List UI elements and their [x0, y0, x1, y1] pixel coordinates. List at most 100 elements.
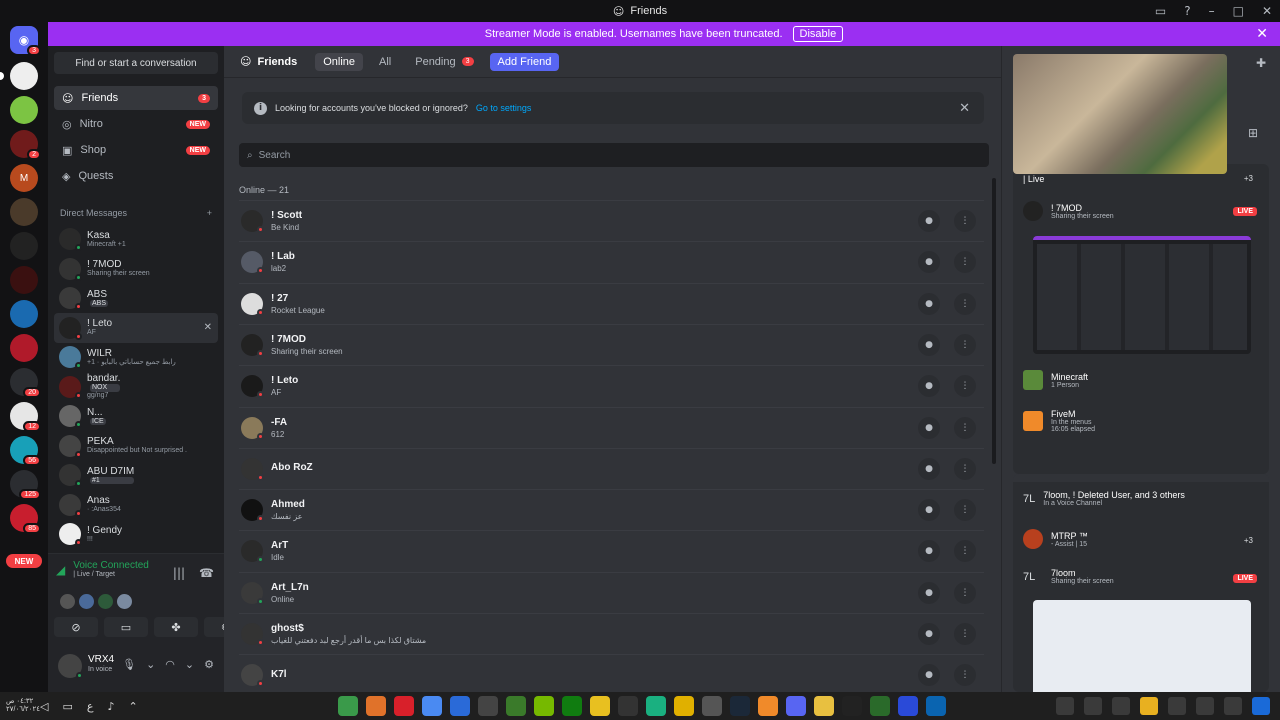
chevron-up-icon[interactable]: ⌃: [128, 700, 137, 713]
app-icon[interactable]: [898, 696, 918, 716]
game-row-minecraft[interactable]: Minecraft 1 Person: [1023, 370, 1088, 390]
dm-item[interactable]: ! Gendy!!!: [54, 519, 218, 549]
message-icon[interactable]: ●: [918, 292, 940, 315]
app-icon[interactable]: [814, 696, 834, 716]
server-icon[interactable]: 85: [10, 504, 41, 534]
stream2-row[interactable]: 7L 7loom Sharing their screen: [1023, 568, 1114, 585]
friend-row[interactable]: ghost$ مشتاق لكذا بس ما أقدر أرجع لبد دفع…: [239, 613, 984, 654]
friend-row[interactable]: ! Lab lab2 ● ⋮: [239, 241, 984, 282]
app-icon[interactable]: [590, 696, 610, 716]
dm-item[interactable]: Anas · :Anas354: [54, 490, 218, 520]
more-icon[interactable]: ⋮: [954, 292, 976, 315]
friend-row[interactable]: K7l ● ⋮: [239, 654, 984, 695]
new-group-dm-icon[interactable]: ✚: [1256, 56, 1266, 70]
microphone-icon[interactable]: ♪: [107, 700, 114, 713]
close-icon[interactable]: ✕: [959, 101, 970, 116]
tab-online[interactable]: Online: [315, 52, 363, 71]
game-row-fivem[interactable]: FiveM In the menus 16:05 elapsed: [1023, 409, 1095, 433]
friend-row[interactable]: ! Leto AF ● ⋮: [239, 365, 984, 406]
more-icon[interactable]: ⋮: [954, 210, 976, 232]
activity-card-1[interactable]: | Live +3 ! 7MOD Sharing their screen LI…: [1013, 164, 1269, 474]
add-friend-button[interactable]: Add Friend: [489, 52, 560, 71]
microphone-icon[interactable]: 🎙: [122, 658, 136, 671]
folder-icon[interactable]: [1140, 697, 1158, 715]
more-icon[interactable]: ⋮: [954, 664, 976, 687]
voice-channel-label[interactable]: | Live / Target: [73, 571, 149, 578]
nav-quests[interactable]: ◈ Quests: [54, 164, 218, 188]
friend-row[interactable]: Abo RoZ ● ⋮: [239, 447, 984, 489]
friend-row[interactable]: Ahmed عز نفسك ● ⋮: [239, 489, 984, 530]
app-icon[interactable]: [534, 696, 554, 716]
new-servers-badge[interactable]: NEW: [6, 554, 42, 568]
app-icon[interactable]: [450, 696, 470, 716]
start-icon[interactable]: [1252, 697, 1270, 715]
tab-all[interactable]: All: [371, 53, 399, 71]
tab-pending[interactable]: Pending 3: [407, 53, 481, 71]
close-dm-icon[interactable]: ✕: [204, 322, 212, 333]
more-icon[interactable]: ⋮: [954, 375, 976, 398]
disconnect-icon[interactable]: ☎: [199, 566, 214, 580]
app-icon[interactable]: [870, 696, 890, 716]
more-icon[interactable]: ⋮: [954, 581, 976, 604]
app-icon[interactable]: [478, 696, 498, 716]
app-icon[interactable]: [422, 696, 442, 716]
app-icon[interactable]: [394, 696, 414, 716]
avatar[interactable]: [79, 594, 94, 609]
message-icon[interactable]: ●: [918, 540, 940, 563]
app-icon[interactable]: [758, 696, 778, 716]
minimize-icon[interactable]: –: [1209, 4, 1215, 18]
server-icon[interactable]: 12: [10, 402, 41, 432]
dm-item[interactable]: ABU D7IM #1: [54, 460, 218, 490]
app-icon[interactable]: [506, 696, 526, 716]
close-banner-icon[interactable]: ✕: [1256, 26, 1268, 42]
server-icon[interactable]: [10, 232, 38, 260]
dm-item[interactable]: bandar. NOX gg/ng7: [54, 372, 218, 402]
app-icon[interactable]: [646, 696, 666, 716]
inbox-icon[interactable]: ▭: [1155, 4, 1166, 18]
more-icon[interactable]: ⋮: [954, 457, 976, 480]
server-icon[interactable]: [10, 266, 38, 294]
server-icon[interactable]: [10, 334, 38, 362]
dm-item[interactable]: PEKA Disappointed but Not surprised .: [54, 431, 218, 461]
dm-item[interactable]: ! 7MOD Sharing their screen: [54, 254, 218, 284]
create-dm-button[interactable]: +: [207, 208, 212, 218]
go-to-settings-link[interactable]: Go to settings: [476, 103, 532, 113]
gear-icon[interactable]: ⚙: [204, 658, 214, 671]
friend-row[interactable]: ! Scott Be Kind ● ⋮: [239, 200, 984, 241]
server-icon[interactable]: 125: [10, 470, 41, 500]
avatar[interactable]: [117, 594, 132, 609]
nav-nitro[interactable]: ◎ Nitro NEW: [54, 112, 218, 136]
more-icon[interactable]: ⋮: [954, 251, 976, 274]
dm-item[interactable]: WILR +1 · رابط جميع حساباتي بالبايو: [54, 342, 218, 372]
dm-item[interactable]: Kasa Minecraft +1: [54, 224, 218, 254]
app-icon[interactable]: [730, 696, 750, 716]
server-row[interactable]: MTRP ™ - Assist | 15: [1023, 529, 1088, 549]
server-icon[interactable]: 2: [10, 130, 41, 160]
headphones-icon[interactable]: ◠: [165, 658, 175, 671]
server-icon[interactable]: M: [10, 164, 38, 192]
server-icon[interactable]: [10, 96, 38, 124]
dm-item[interactable]: ! Leto AF ✕: [54, 312, 218, 343]
message-icon[interactable]: ●: [918, 251, 940, 274]
app-icon[interactable]: [786, 696, 806, 716]
find-conversation-input[interactable]: Find or start a conversation: [54, 52, 218, 74]
app-icon[interactable]: [926, 696, 946, 716]
dm-item[interactable]: N... ICE: [54, 401, 218, 431]
stream-preview[interactable]: [1033, 236, 1251, 354]
more-icon[interactable]: ⋮: [954, 416, 976, 439]
message-icon[interactable]: ●: [918, 416, 940, 439]
stream-row[interactable]: ! 7MOD Sharing their screen: [1023, 201, 1114, 221]
task-view-icon[interactable]: [1196, 697, 1214, 715]
friend-row[interactable]: ArT Idle ● ⋮: [239, 530, 984, 571]
more-icon[interactable]: ⋮: [954, 623, 976, 645]
message-icon[interactable]: ●: [918, 623, 940, 645]
dm-item[interactable]: ABS ABS: [54, 283, 218, 313]
message-icon[interactable]: ●: [918, 499, 940, 522]
username[interactable]: VRX4: [88, 654, 114, 665]
app-icon[interactable]: [842, 696, 862, 716]
message-icon[interactable]: ●: [918, 210, 940, 232]
voice-status[interactable]: ◢ Voice Connected | Live / Target: [56, 560, 149, 578]
speaker-icon[interactable]: ◁: [40, 700, 48, 713]
game-video-overlay[interactable]: [1013, 54, 1227, 174]
language-icon[interactable]: ع: [87, 700, 94, 713]
